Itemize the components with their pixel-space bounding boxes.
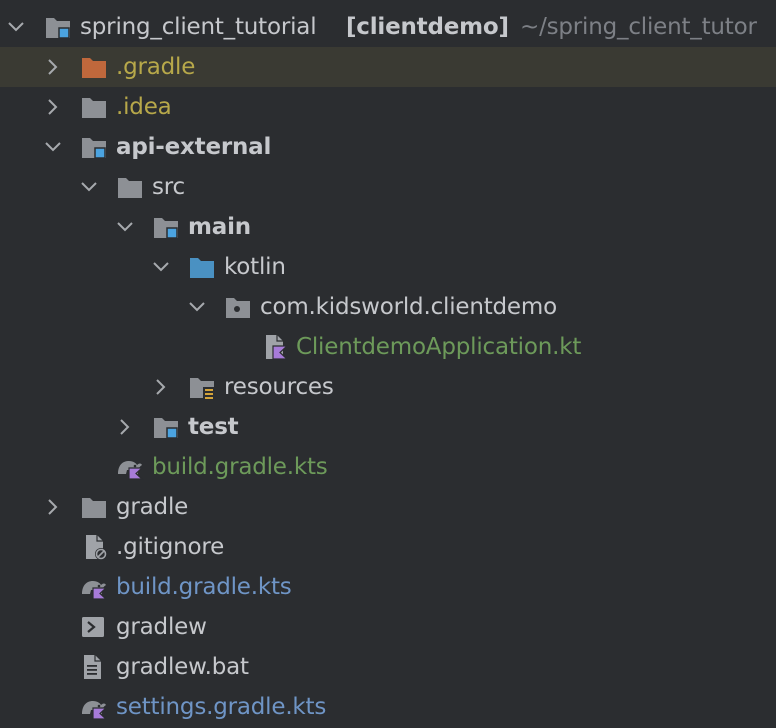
tree-item-label: build.gradle.kts bbox=[152, 454, 328, 480]
tree-row-idea[interactable]: .idea bbox=[0, 87, 776, 127]
chevron-down-icon[interactable] bbox=[115, 217, 135, 237]
tree-row-root[interactable]: spring_client_tutorial [clientdemo] ~/sp… bbox=[0, 7, 776, 47]
tree-row-main[interactable]: main bbox=[0, 207, 776, 247]
tree-item-label: .gradle bbox=[116, 54, 196, 80]
root-module-name: [clientdemo] bbox=[346, 14, 509, 40]
source-root-folder-icon bbox=[154, 218, 178, 239]
resources-folder-icon bbox=[190, 378, 214, 399]
package-icon bbox=[226, 298, 250, 318]
chevron-down-icon[interactable] bbox=[187, 297, 207, 317]
gradle-kotlin-icon bbox=[118, 461, 144, 480]
tree-row-api-external[interactable]: api-external bbox=[0, 127, 776, 167]
module-folder-icon bbox=[46, 18, 70, 39]
root-project-name: spring_client_tutorial bbox=[80, 14, 317, 40]
tree-item-label: .gitignore bbox=[116, 534, 225, 560]
tree-row-test[interactable]: test bbox=[0, 407, 776, 447]
tree-row-kotlin[interactable]: kotlin bbox=[0, 247, 776, 287]
chevron-down-icon[interactable] bbox=[79, 177, 99, 197]
test-folder-icon bbox=[154, 418, 178, 439]
tree-item-label: ClientdemoApplication.kt bbox=[296, 334, 582, 360]
shell-script-icon bbox=[82, 617, 104, 637]
ignored-file-icon bbox=[86, 535, 107, 560]
tree-row-module-build-gradle[interactable]: build.gradle.kts bbox=[0, 447, 776, 487]
gradle-kotlin-icon bbox=[82, 701, 108, 720]
tree-item-label: resources bbox=[224, 374, 334, 400]
folder-icon bbox=[118, 178, 142, 198]
tree-row-settings-gradle[interactable]: settings.gradle.kts bbox=[0, 687, 776, 727]
folder-excluded-icon bbox=[82, 58, 106, 78]
text-file-icon bbox=[84, 655, 101, 679]
tree-row-gradle-cache[interactable]: .gradle bbox=[0, 47, 776, 87]
tree-item-label: gradlew bbox=[116, 614, 207, 640]
gradle-kotlin-icon bbox=[82, 581, 108, 600]
chevron-right-icon[interactable] bbox=[43, 497, 63, 517]
tree-row-root-build-gradle[interactable]: build.gradle.kts bbox=[0, 567, 776, 607]
tree-item-label: gradlew.bat bbox=[116, 654, 249, 680]
folder-icon bbox=[82, 498, 106, 518]
chevron-down-icon[interactable] bbox=[6, 17, 26, 37]
tree-item-label: api-external bbox=[116, 134, 272, 160]
tree-row-package[interactable]: com.kidsworld.clientdemo bbox=[0, 287, 776, 327]
tree-item-label: com.kidsworld.clientdemo bbox=[260, 294, 557, 320]
tree-row-gradle[interactable]: gradle bbox=[0, 487, 776, 527]
tree-row-resources[interactable]: resources bbox=[0, 367, 776, 407]
tree-row-gradlew[interactable]: gradlew bbox=[0, 607, 776, 647]
project-tree: spring_client_tutorial [clientdemo] ~/sp… bbox=[0, 0, 776, 728]
chevron-right-icon[interactable] bbox=[151, 377, 171, 397]
tree-item-label: settings.gradle.kts bbox=[116, 694, 327, 720]
tree-item-label: kotlin bbox=[224, 254, 286, 280]
tree-item-label: gradle bbox=[116, 494, 189, 520]
tree-row-gradlew-bat[interactable]: gradlew.bat bbox=[0, 647, 776, 687]
root-project-path: ~/spring_client_tutor bbox=[520, 14, 757, 40]
chevron-right-icon[interactable] bbox=[115, 417, 135, 437]
chevron-right-icon[interactable] bbox=[43, 57, 63, 77]
module-folder-icon bbox=[82, 138, 106, 159]
folder-icon bbox=[82, 98, 106, 118]
tree-row-gitignore[interactable]: .gitignore bbox=[0, 527, 776, 567]
source-folder-icon bbox=[190, 258, 214, 278]
tree-item-label: src bbox=[152, 174, 185, 200]
tree-item-label: .idea bbox=[116, 94, 172, 120]
kotlin-file-icon bbox=[266, 335, 289, 360]
chevron-down-icon[interactable] bbox=[151, 257, 171, 277]
chevron-right-icon[interactable] bbox=[43, 97, 63, 117]
chevron-down-icon[interactable] bbox=[43, 137, 63, 157]
tree-item-label: main bbox=[188, 214, 251, 240]
tree-item-label: build.gradle.kts bbox=[116, 574, 292, 600]
tree-item-label: test bbox=[188, 414, 239, 440]
tree-row-clientdemo-application[interactable]: ClientdemoApplication.kt bbox=[0, 327, 776, 367]
tree-row-src[interactable]: src bbox=[0, 167, 776, 207]
